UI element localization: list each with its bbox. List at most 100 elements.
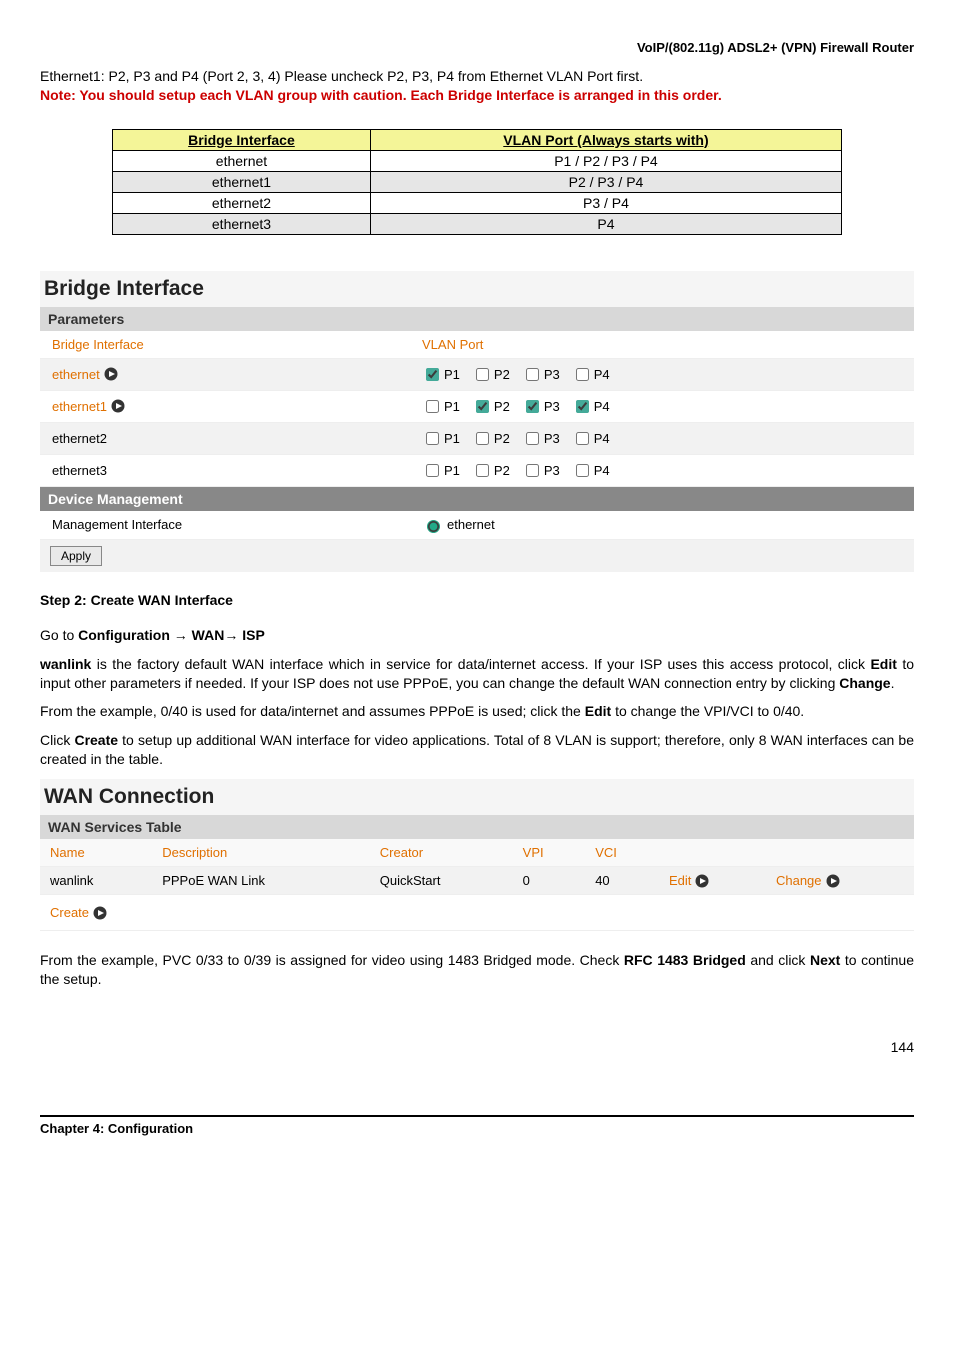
bridge-row-ethernet3: ethernet3 P1 P2 P3 P4 (40, 455, 914, 487)
play-arrow-icon (93, 906, 107, 920)
goto-prefix: Go to (40, 627, 78, 643)
p4-checkbox[interactable]: P4 (572, 397, 610, 416)
change-link[interactable]: Change (776, 873, 840, 888)
p4-checkbox[interactable]: P4 (572, 365, 610, 384)
p1-label: P1 (444, 399, 460, 414)
management-ethernet-radio[interactable]: ethernet (422, 517, 495, 533)
p4-checkbox[interactable]: P4 (572, 429, 610, 448)
p3-checkbox[interactable]: P3 (522, 429, 560, 448)
ethernet3-label: ethernet3 (52, 463, 107, 478)
p3-checkbox[interactable]: P3 (522, 365, 560, 384)
apply-row: Apply (40, 540, 914, 572)
cell-vci: 40 (585, 867, 659, 895)
p3-label: P3 (544, 431, 560, 446)
col-vpi: VPI (513, 839, 586, 867)
note-label: Note: (40, 87, 76, 103)
bridge-panel-header-row: Bridge Interface VLAN Port (40, 331, 914, 359)
goto-path: Configuration → WAN→ ISP (78, 627, 265, 643)
ethernet-link[interactable]: ethernet (52, 367, 118, 382)
step2-para1: wanlink is the factory default WAN inter… (40, 655, 914, 693)
bridge-row-ethernet1: ethernet1 P1 P2 P3 P4 (40, 391, 914, 423)
p2-label: P2 (494, 399, 510, 414)
play-arrow-icon (104, 367, 118, 381)
p1-checkbox[interactable]: P1 (422, 397, 460, 416)
bi-header-interface: Bridge Interface (113, 129, 371, 150)
col-name: Name (40, 839, 152, 867)
step2-para3: Click Create to setup up additional WAN … (40, 731, 914, 769)
edit-link-label: Edit (669, 873, 691, 888)
bridge-interface-panel: Bridge Interface Parameters Bridge Inter… (40, 271, 914, 572)
col-change (766, 839, 914, 867)
p1-checkbox[interactable]: P1 (422, 461, 460, 480)
p1-label: P1 (444, 463, 460, 478)
p2-label: P2 (494, 431, 510, 446)
bi-cell-ports: P4 (370, 213, 841, 234)
col-bridge-interface: Bridge Interface (52, 337, 144, 352)
bridge-panel-title: Bridge Interface (40, 271, 914, 307)
change-bold: Change (839, 675, 890, 691)
col-vci: VCI (585, 839, 659, 867)
wanlink-bold: wanlink (40, 656, 91, 672)
p4-label: P4 (594, 431, 610, 446)
p2-checkbox[interactable]: P2 (472, 365, 510, 384)
p4-label: P4 (594, 399, 610, 414)
p2-label: P2 (494, 463, 510, 478)
play-arrow-icon (826, 874, 840, 888)
p4-label: P4 (594, 367, 610, 382)
bridge-row-ethernet2: ethernet2 P1 P2 P3 P4 (40, 423, 914, 455)
p2-checkbox[interactable]: P2 (472, 461, 510, 480)
ethernet1-link-label: ethernet1 (52, 399, 107, 414)
p1-label: P1 (444, 431, 460, 446)
edit-link[interactable]: Edit (669, 873, 709, 888)
p3-checkbox[interactable]: P3 (522, 397, 560, 416)
wan-row-wanlink: wanlink PPPoE WAN Link QuickStart 0 40 E… (40, 867, 914, 895)
ethernet1-link[interactable]: ethernet1 (52, 399, 125, 414)
col-edit (659, 839, 766, 867)
col-creator: Creator (370, 839, 513, 867)
p1f: . (891, 675, 895, 691)
footer-chapter: Chapter 4: Configuration (40, 1121, 193, 1136)
create-link[interactable]: Create (50, 905, 107, 920)
bi-cell-iface: ethernet3 (113, 213, 371, 234)
closing-b: RFC 1483 Bridged (624, 952, 746, 968)
bi-header-vlan: VLAN Port (Always starts with) (370, 129, 841, 150)
wan-services-table: Name Description Creator VPI VCI wanlink… (40, 839, 914, 931)
bi-cell-ports: P1 / P2 / P3 / P4 (370, 150, 841, 171)
apply-button[interactable]: Apply (50, 546, 102, 566)
p3a: Click (40, 732, 74, 748)
p3-checkbox[interactable]: P3 (522, 461, 560, 480)
p1-label: P1 (444, 367, 460, 382)
closing-paragraph: From the example, PVC 0/33 to 0/39 is as… (40, 951, 914, 989)
p2a: From the example, 0/40 is used for data/… (40, 703, 585, 719)
step2-para2: From the example, 0/40 is used for data/… (40, 702, 914, 721)
wan-panel-title: WAN Connection (40, 779, 914, 815)
management-ethernet-radio-label: ethernet (447, 517, 495, 532)
cell-creator: QuickStart (370, 867, 513, 895)
management-interface-label: Management Interface (52, 517, 182, 532)
bridge-interface-summary-table: Bridge Interface VLAN Port (Always start… (112, 129, 842, 235)
cell-name: wanlink (40, 867, 152, 895)
note-text: You should setup each VLAN group with ca… (76, 87, 722, 103)
play-arrow-icon (695, 874, 709, 888)
p2-checkbox[interactable]: P2 (472, 429, 510, 448)
p4-label: P4 (594, 463, 610, 478)
device-management-sub: Device Management (40, 487, 914, 511)
page-footer: Chapter 4: Configuration (40, 1115, 914, 1136)
p4-checkbox[interactable]: P4 (572, 461, 610, 480)
closing-a: From the example, PVC 0/33 to 0/39 is as… (40, 952, 624, 968)
play-arrow-icon (111, 399, 125, 413)
bridge-panel-sub-parameters: Parameters (40, 307, 914, 331)
col-description: Description (152, 839, 370, 867)
create-bold: Create (74, 732, 118, 748)
p2-checkbox[interactable]: P2 (472, 397, 510, 416)
bi-cell-iface: ethernet1 (113, 171, 371, 192)
cell-vpi: 0 (513, 867, 586, 895)
edit-bold2: Edit (585, 703, 611, 719)
p1-checkbox[interactable]: P1 (422, 365, 460, 384)
page-number: 144 (40, 1039, 914, 1055)
p1-checkbox[interactable]: P1 (422, 429, 460, 448)
bridge-row-ethernet: ethernet P1 P2 P3 P4 (40, 359, 914, 391)
ethernet-link-label: ethernet (52, 367, 100, 382)
step2-heading: Step 2: Create WAN Interface (40, 592, 914, 608)
bi-cell-iface: ethernet2 (113, 192, 371, 213)
